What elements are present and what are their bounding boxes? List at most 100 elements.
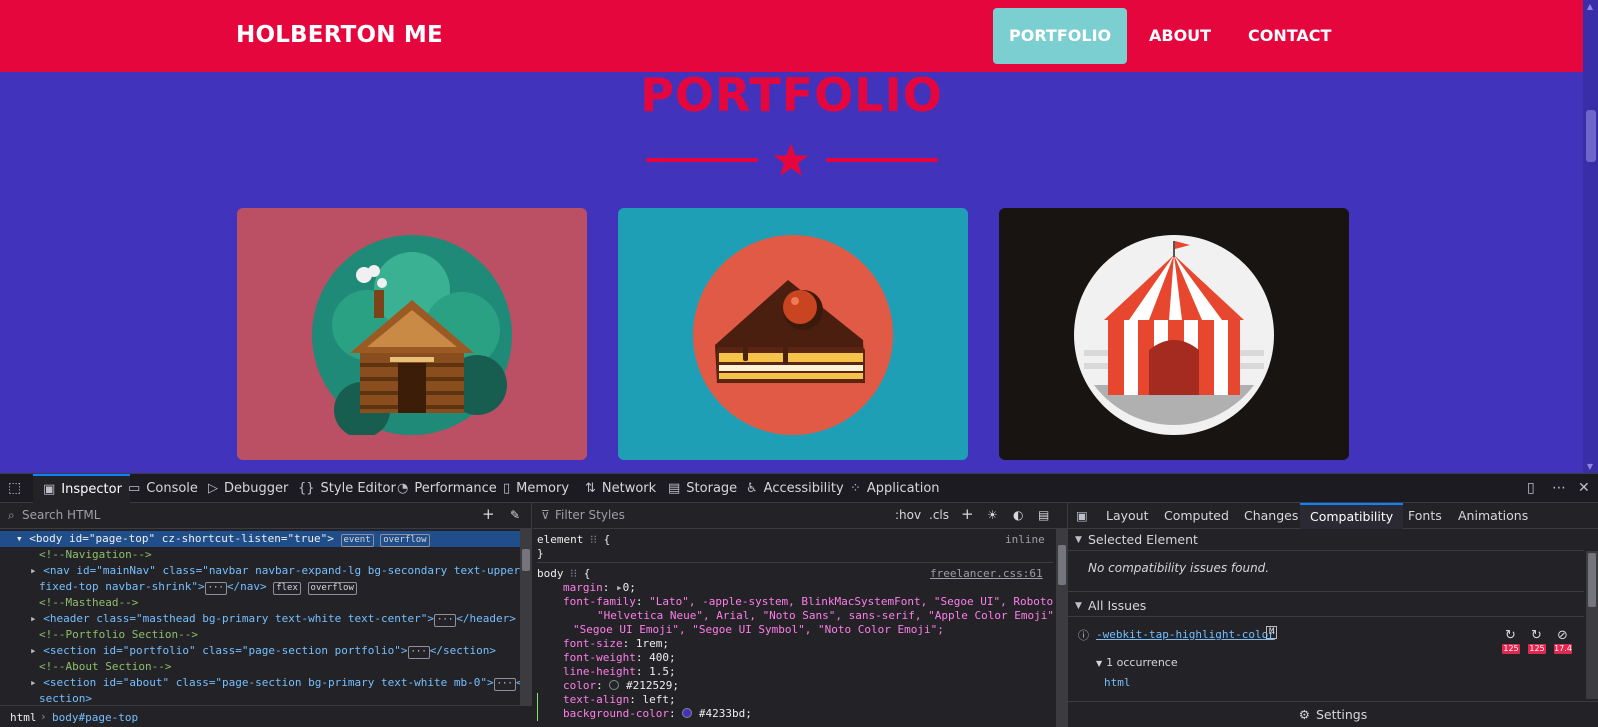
tab-inspector[interactable]: ▣ Inspector — [33, 474, 130, 503]
comment-text: <!--Navigation--> — [39, 548, 152, 561]
ellipsis-badge[interactable]: ··· — [204, 582, 227, 595]
grid-highlighter-icon[interactable]: ⁝⁝ — [570, 567, 577, 580]
declaration-text-align[interactable]: text-align: left; — [563, 693, 676, 707]
ellipsis-badge[interactable]: ··· — [493, 678, 516, 691]
cls-button[interactable]: .cls — [929, 508, 949, 522]
mdn-badge[interactable]: M — [1266, 626, 1278, 639]
tab-storage[interactable]: ▤ Storage — [668, 474, 737, 503]
ellipsis-badge[interactable]: ··· — [433, 614, 457, 627]
search-html-input[interactable]: Search HTML — [22, 508, 100, 522]
declaration-margin[interactable]: margin: ▸0; — [563, 581, 636, 595]
rules-view: ⊽ Filter Styles :hov .cls + ☀ ◐ ▤ elemen… — [533, 503, 1068, 727]
tab-computed[interactable]: Computed — [1164, 508, 1229, 523]
circus-tent-icon — [1074, 235, 1274, 435]
tree-node-body[interactable]: ▾ <body id="page-top" cz-shortcut-listen… — [0, 531, 520, 547]
tab-fonts[interactable]: Fonts — [1408, 508, 1442, 523]
tab-style-editor[interactable]: {} Style Editor — [298, 474, 396, 503]
hov-button[interactable]: :hov — [895, 508, 921, 522]
declaration-font-size[interactable]: font-size: 1rem; — [563, 637, 669, 651]
page-scrollbar[interactable] — [1583, 0, 1598, 473]
expand-triangle-icon[interactable]: ▸ — [30, 564, 43, 577]
eyedropper-icon[interactable]: ✎ — [510, 508, 520, 522]
toggle-sidebar-icon[interactable]: ▣ — [1076, 508, 1088, 523]
rule-source-link[interactable]: freelancer.css:61 — [930, 567, 1043, 581]
portfolio-item-cabin[interactable] — [237, 208, 587, 460]
more-options-icon[interactable]: ⋯ — [1552, 480, 1566, 496]
dock-side-icon[interactable]: ▯ — [1527, 480, 1535, 496]
grid-highlighter-icon[interactable]: ⁝⁝ — [590, 533, 597, 546]
all-issues-header[interactable]: ▼ All Issues — [1068, 595, 1584, 617]
nav-link-contact[interactable]: CONTACT — [1232, 8, 1347, 64]
settings-button[interactable]: ⚙ Settings — [1068, 701, 1598, 727]
tab-network[interactable]: ⇅ Network — [585, 474, 656, 503]
print-media-icon[interactable]: ▤ — [1038, 508, 1049, 522]
tab-compatibility[interactable]: Compatibility — [1300, 503, 1404, 529]
dark-mode-icon[interactable]: ◐ — [1013, 508, 1023, 522]
declaration-background-color[interactable]: background-color: #4233bd; — [563, 707, 752, 721]
tab-accessibility[interactable]: ♿ Accessibility — [746, 474, 844, 503]
tab-memory[interactable]: ▯ Memory — [503, 474, 569, 503]
tab-debugger[interactable]: ▷ Debugger — [208, 474, 288, 503]
occurrence-node-link[interactable]: html — [1104, 676, 1131, 689]
tree-node-nav[interactable]: ▸ <nav id="mainNav" class="navbar navbar… — [0, 563, 520, 579]
declaration-color[interactable]: color: #212529; — [563, 679, 679, 693]
tree-node-comment[interactable]: <!--Portfolio Section--> — [0, 627, 520, 643]
scroll-up-arrow-icon[interactable]: ▲ — [1584, 2, 1596, 11]
version-label: 125 — [1528, 644, 1546, 654]
declaration-line-height[interactable]: line-height: 1.5; — [563, 665, 676, 679]
tree-node-comment[interactable]: <!--Navigation--> — [0, 547, 520, 563]
issue-property-link[interactable]: -webkit-tap-highlight-color — [1096, 628, 1275, 641]
expand-triangle-icon[interactable]: ▸ — [30, 644, 43, 657]
changed-indicator — [537, 693, 538, 721]
tab-performance[interactable]: ◔ Performance — [397, 474, 497, 503]
tab-application[interactable]: ⁘ Application — [850, 474, 940, 503]
add-rule-icon[interactable]: + — [961, 505, 974, 523]
light-mode-icon[interactable]: ☀ — [987, 508, 998, 522]
expand-triangle-icon[interactable]: ▸ — [30, 612, 43, 625]
nav-link-portfolio[interactable]: PORTFOLIO — [993, 8, 1128, 64]
tab-changes[interactable]: Changes — [1244, 508, 1298, 523]
tab-console[interactable]: ▭ Console — [128, 474, 198, 503]
declaration-font-family[interactable]: font-family: "Lato", -apple-system, Blin… — [563, 595, 1053, 609]
portfolio-item-cake[interactable] — [618, 208, 968, 460]
tree-node-comment[interactable]: <!--About Section--> — [0, 659, 520, 675]
event-badge[interactable]: event — [340, 534, 374, 547]
tab-label: Debugger — [224, 481, 289, 496]
declaration-font-weight[interactable]: font-weight: 400; — [563, 651, 676, 665]
scroll-down-arrow-icon[interactable]: ▼ — [1584, 462, 1596, 471]
bg-color-swatch[interactable] — [682, 708, 693, 718]
ellipsis-badge[interactable]: ··· — [407, 646, 430, 659]
selected-element-header[interactable]: ▼ Selected Element — [1068, 529, 1584, 551]
overflow-badge[interactable]: overflow — [307, 582, 357, 595]
nav-link-about[interactable]: ABOUT — [1133, 8, 1227, 64]
expand-triangle-icon[interactable]: ▸ — [30, 676, 43, 689]
page-scrollbar-thumb[interactable] — [1586, 110, 1596, 162]
tree-node-section-portfolio[interactable]: ▸ <section id="portfolio" class="page-se… — [0, 643, 520, 659]
close-icon[interactable]: ✕ — [1578, 480, 1590, 496]
tree-node-header[interactable]: ▸ <header class="masthead bg-primary tex… — [0, 611, 520, 627]
rules-scrollbar-thumb[interactable] — [1058, 545, 1066, 585]
occurrence-row[interactable]: ▼ 1 occurrence — [1096, 656, 1178, 669]
element-picker-icon[interactable]: ⬚ — [8, 480, 21, 496]
section-title: All Issues — [1088, 598, 1147, 613]
portfolio-item-circus[interactable] — [999, 208, 1349, 460]
color-swatch[interactable] — [609, 680, 620, 690]
filter-styles-bar: ⊽ Filter Styles :hov .cls + ☀ ◐ ▤ — [533, 503, 1067, 529]
markup-scrollbar-thumb[interactable] — [522, 549, 530, 571]
compat-scrollbar-thumb[interactable] — [1588, 553, 1596, 607]
flex-badge[interactable]: flex — [273, 582, 301, 595]
filter-styles-input[interactable]: Filter Styles — [555, 508, 625, 522]
tree-node-comment[interactable]: <!--Masthead--> — [0, 595, 520, 611]
collapse-triangle-icon[interactable]: ▾ — [0, 532, 29, 545]
tab-layout[interactable]: Layout — [1106, 508, 1149, 523]
tree-node-section-about[interactable]: ▸ <section id="about" class="page-sectio… — [0, 675, 520, 691]
safari-icon: ⊘ — [1557, 628, 1568, 643]
overflow-badge[interactable]: overflow — [380, 534, 430, 547]
breadcrumb-item-html[interactable]: html — [10, 711, 37, 724]
expand-triangle-icon[interactable]: ▸ — [616, 581, 623, 594]
add-node-icon[interactable]: + — [482, 505, 495, 523]
brand-link[interactable]: HOLBERTON ME — [236, 22, 443, 48]
tree-node-section-about-cont: section> — [0, 691, 520, 705]
tab-animations[interactable]: Animations — [1458, 508, 1528, 523]
breadcrumb-item-body[interactable]: body#page-top — [52, 711, 138, 724]
